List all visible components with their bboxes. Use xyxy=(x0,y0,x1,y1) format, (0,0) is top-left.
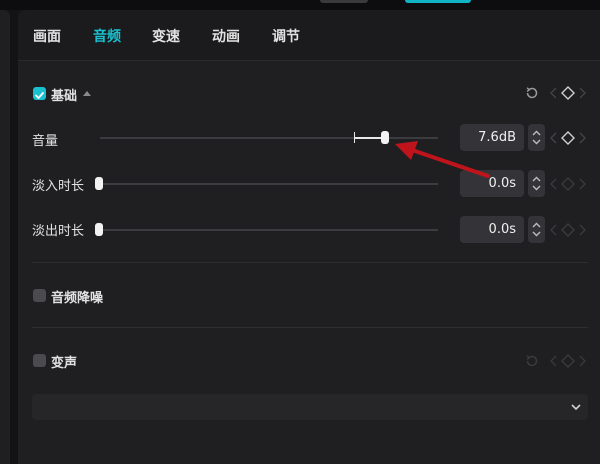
volume-stepper[interactable] xyxy=(528,124,545,151)
left-panel-edge xyxy=(0,10,10,464)
chevron-right-icon[interactable] xyxy=(577,178,587,190)
voice-change-checkbox[interactable] xyxy=(33,354,46,367)
stepper-icon xyxy=(532,130,541,145)
window-top-strip xyxy=(0,0,600,10)
top-accent-chip xyxy=(405,0,471,3)
chevron-left-icon[interactable] xyxy=(549,224,559,236)
fade-out-stepper[interactable] xyxy=(528,216,545,243)
tab-bar: 画面 音频 变速 动画 调节 xyxy=(18,10,600,61)
volume-value-field[interactable]: 7.6dB xyxy=(460,124,524,151)
denoise-checkbox[interactable] xyxy=(33,289,46,302)
chevron-left-icon[interactable] xyxy=(549,87,559,99)
voice-change-section-title: 变声 xyxy=(51,356,78,371)
basic-section-title: 基础 xyxy=(51,89,78,104)
tab-audio[interactable]: 音频 xyxy=(93,26,121,46)
chevron-down-icon xyxy=(571,404,581,411)
fade-in-stepper[interactable] xyxy=(528,170,545,197)
volume-zero-tick xyxy=(354,132,355,143)
collapse-caret-icon[interactable] xyxy=(83,91,91,96)
volume-label: 音量 xyxy=(32,134,59,149)
reset-icon[interactable] xyxy=(524,85,540,101)
tab-picture[interactable]: 画面 xyxy=(33,26,61,46)
section-divider xyxy=(32,327,588,328)
fade-in-slider-handle[interactable] xyxy=(95,177,103,190)
tab-animation[interactable]: 动画 xyxy=(212,26,240,46)
keyframe-diamond-icon[interactable] xyxy=(561,223,575,237)
fade-out-label: 淡出时长 xyxy=(32,224,85,239)
chevron-right-icon[interactable] xyxy=(577,87,587,99)
properties-panel: 画面 音频 变速 动画 调节 基础 音量 7.6dB 淡入时长 0.0s 淡出时… xyxy=(18,10,600,464)
section-divider xyxy=(32,262,588,263)
fade-out-slider-handle[interactable] xyxy=(95,223,103,236)
chevron-left-icon[interactable] xyxy=(549,132,559,144)
chevron-right-icon[interactable] xyxy=(577,132,587,144)
chevron-right-icon[interactable] xyxy=(577,224,587,236)
keyframe-diamond-icon[interactable] xyxy=(561,131,575,145)
tab-speed[interactable]: 变速 xyxy=(152,26,180,46)
stepper-icon xyxy=(532,176,541,191)
chevron-left-icon[interactable] xyxy=(549,178,559,190)
fade-out-slider-track[interactable] xyxy=(100,229,438,231)
fade-out-value-field[interactable]: 0.0s xyxy=(460,216,524,243)
chevron-left-icon[interactable] xyxy=(549,355,559,367)
reset-icon[interactable] xyxy=(524,353,540,369)
fade-in-slider-track[interactable] xyxy=(100,183,438,185)
keyframe-diamond-icon[interactable] xyxy=(561,177,575,191)
keyframe-diamond-icon[interactable] xyxy=(561,354,575,368)
stepper-icon xyxy=(532,222,541,237)
fade-in-label: 淡入时长 xyxy=(32,179,85,194)
keyframe-diamond-icon[interactable] xyxy=(561,86,575,100)
chevron-right-icon[interactable] xyxy=(577,355,587,367)
checkmark-icon xyxy=(35,92,44,99)
voice-effect-dropdown[interactable] xyxy=(32,394,588,420)
volume-slider-handle[interactable] xyxy=(381,131,389,144)
volume-slider-fill xyxy=(354,137,384,139)
top-chip xyxy=(320,0,368,3)
fade-in-value-field[interactable]: 0.0s xyxy=(460,170,524,197)
tab-adjust[interactable]: 调节 xyxy=(272,26,300,46)
denoise-section-title: 音频降噪 xyxy=(51,291,104,306)
basic-checkbox[interactable] xyxy=(33,87,46,100)
